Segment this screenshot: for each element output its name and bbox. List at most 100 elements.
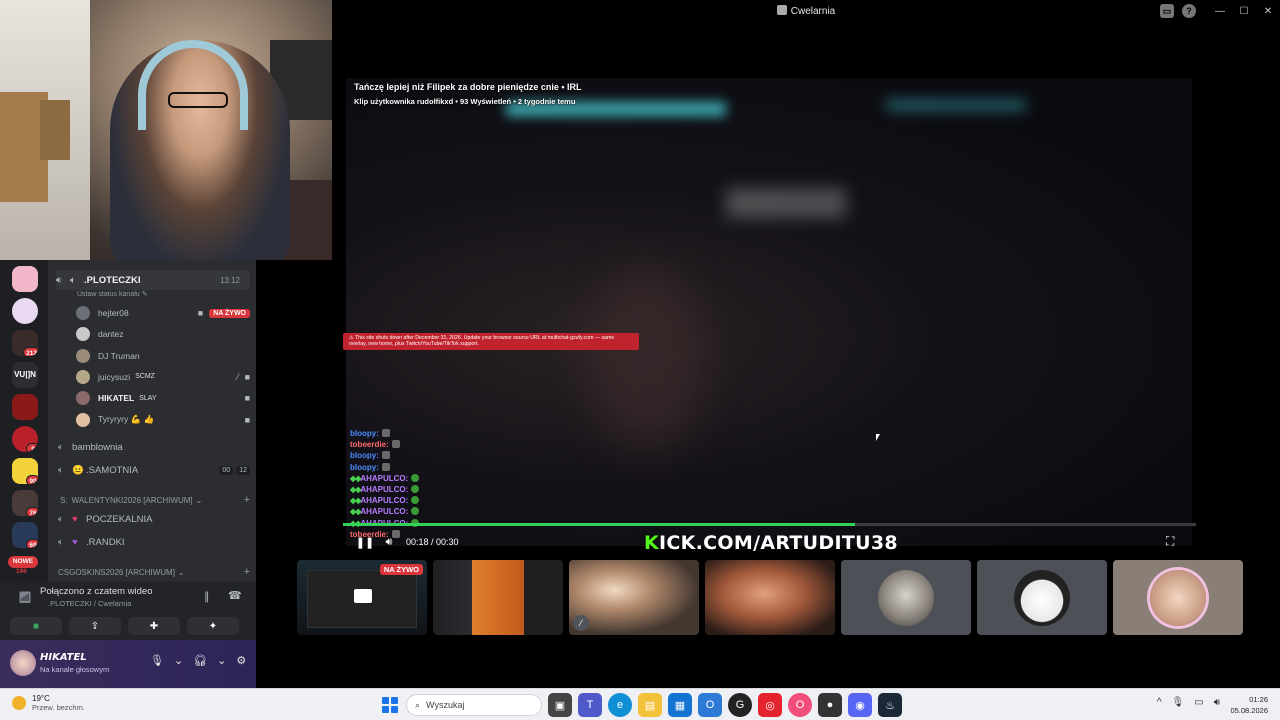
voice-status-title[interactable]: Połączono z czatem wideo (40, 586, 152, 597)
signal-icon[interactable]: 📶︎ (18, 591, 32, 604)
window-title-text: Cwelarnia (790, 6, 836, 17)
voice-user[interactable]: HIKATEL SLAY ■ (76, 388, 250, 408)
minimize-button[interactable]: — (1208, 0, 1232, 22)
video-light (726, 188, 846, 218)
github-icon[interactable]: ● (818, 693, 842, 717)
participant-tile[interactable] (1113, 560, 1243, 635)
emote-icon (381, 429, 390, 437)
voice-channel-randki[interactable]: 🔈︎ ♥ .RANDKI (58, 532, 250, 552)
voice-channel-poczekalnia[interactable]: 🔈︎ ♥ POCZEKALNIA (58, 509, 250, 529)
chat-badges: ◆◆ (350, 507, 361, 517)
screenshare-button[interactable]: ⇪ (69, 617, 121, 635)
chevron-up-icon[interactable]: ^ (1157, 697, 1162, 708)
opera-icon[interactable]: O (788, 693, 812, 717)
clock-time: 01:26 (1249, 695, 1268, 704)
microphone-icon[interactable]: 🎙︎ (1172, 697, 1185, 708)
screenshare-preview (307, 570, 417, 628)
participant-tile-screenshare[interactable]: NA ŻYWO (297, 560, 427, 635)
channel-name: .SAMOTNIA (86, 464, 139, 476)
windows-start-icon[interactable] (380, 695, 400, 715)
edge-icon[interactable]: e (608, 693, 632, 717)
taskbar-clock[interactable]: 01:26 05.08.2026 (1230, 694, 1268, 716)
headphones-icon[interactable]: 🎧︎ (193, 654, 207, 667)
category-name: WALENTYNKI2026 [ARCHIWUM] (71, 495, 193, 505)
chevron-down-icon: ⌄ (177, 567, 185, 577)
voice-user[interactable]: DJ Truman (76, 346, 250, 366)
file-explorer-icon[interactable]: ▤ (638, 693, 662, 717)
chat-line: bloopy: (350, 428, 419, 439)
microphone-icon[interactable]: 🎙︎ (150, 654, 164, 667)
category-csgoskins[interactable]: CSGOSKINS2026 [ARCHIWUM] ⌄ + (58, 565, 250, 579)
category-walentynki[interactable]: S: WALENTYNKI2026 [ARCHIWUM] ⌄ + (60, 493, 250, 507)
weather-widget[interactable]: 19°C Przew. bezchm. (12, 694, 85, 712)
speaker-icon: 🔉︎ (56, 274, 63, 286)
server-icon[interactable]: 76 (12, 490, 38, 516)
server-icon[interactable]: 9 (12, 426, 38, 452)
voice-user[interactable]: juicysuzi SCMZ ⁄ ■ (76, 367, 250, 387)
voice-channel-samotnia[interactable]: 🔈︎ 😐 .SAMOTNIA 00 12 (58, 460, 250, 480)
steam-icon[interactable]: ♨ (878, 693, 902, 717)
volume-icon[interactable]: 🔊︎ (1214, 697, 1220, 708)
server-icon[interactable]: 212 (12, 330, 38, 356)
title-bar: Cwelarnia ▭ ? — ☐ ✕ (332, 0, 1280, 22)
video-progress-bar[interactable] (343, 523, 1196, 526)
taskbar-search[interactable]: ⌕ Wyszukaj (406, 694, 542, 716)
speaker-icon: 🔈︎ (58, 464, 64, 476)
kick-logo-letter: K (644, 532, 660, 554)
participant-tile[interactable] (433, 560, 563, 635)
outlook-icon[interactable]: O (698, 693, 722, 717)
user-status-icons: ■ (245, 415, 250, 425)
task-view-icon[interactable]: ▣ (548, 693, 572, 717)
pause-icon[interactable]: ❚❚ (356, 535, 374, 549)
camera-button[interactable]: ■ (10, 617, 62, 635)
player-controls: ❚❚ 🔊︎ 00:18 / 00:30 (356, 534, 459, 550)
stream-video[interactable] (346, 78, 1192, 546)
add-channel-icon[interactable]: + (244, 494, 250, 506)
participant-tile[interactable]: ⁄ (569, 560, 699, 635)
activities-button[interactable]: ✚ (128, 617, 180, 635)
noise-suppression-icon[interactable]: ∥ (204, 590, 210, 603)
server-icon[interactable] (12, 298, 38, 324)
voice-user[interactable]: hejter08 ■ NA ŻYWO (76, 303, 250, 323)
server-icon[interactable]: 69 (12, 522, 38, 548)
help-icon[interactable]: ? (1182, 4, 1196, 18)
server-icon[interactable] (12, 266, 38, 292)
close-button[interactable]: ✕ (1256, 0, 1280, 22)
opera-gx-icon[interactable]: ◎ (758, 693, 782, 717)
participant-tile[interactable] (841, 560, 971, 635)
server-icon[interactable]: VU|]N (12, 362, 38, 388)
chevron-down-icon[interactable]: ⌄ (174, 654, 183, 667)
stream-stage[interactable]: Tańczę lepiej niż Filipek za dobre pieni… (332, 22, 1280, 554)
participant-tile[interactable] (977, 560, 1107, 635)
soundboard-button[interactable]: ✦ (187, 617, 239, 635)
add-channel-icon[interactable]: + (244, 566, 250, 578)
kick-url-banner: KICK.COM/ARTUDITU38 (644, 532, 898, 554)
server-icon[interactable] (12, 394, 38, 420)
voice-channel-bamblownia[interactable]: 🔈︎ bamblownia (58, 437, 250, 457)
new-servers-pill[interactable]: NOWE (8, 556, 38, 568)
window-controls: — ☐ ✕ (1208, 0, 1280, 22)
volume-icon[interactable]: 🔊︎ (382, 535, 396, 549)
participant-tile[interactable] (705, 560, 835, 635)
avatar[interactable] (10, 650, 36, 676)
voice-user[interactable]: Tyryryry 💪 👍 ■ (76, 410, 250, 430)
username[interactable]: HIKATEL (40, 652, 87, 663)
inbox-icon[interactable]: ▭ (1160, 4, 1174, 18)
chrome-like-icon[interactable]: G (728, 693, 752, 717)
camera-icon: ■ (244, 393, 250, 404)
maximize-button[interactable]: ☐ (1232, 0, 1256, 22)
server-icon[interactable]: 90 (12, 458, 38, 484)
teams-icon[interactable]: T (578, 693, 602, 717)
discord-icon[interactable]: ◉ (848, 693, 872, 717)
voice-channel-path[interactable]: .PLOTECZKI / Cwelarnia (48, 599, 131, 608)
fullscreen-icon[interactable]: ⛶ (1166, 534, 1180, 548)
channel-status-hint[interactable]: Ustaw status kanału ✎ (77, 290, 147, 298)
display-icon[interactable]: ▭ (1194, 697, 1203, 708)
gear-icon[interactable]: ⚙ (236, 654, 246, 667)
voice-user[interactable]: dantez (76, 324, 250, 344)
chevron-down-icon[interactable]: ⌄ (217, 654, 226, 667)
voice-channel-ploteczki[interactable]: 🔉︎ 🔈︎ .PLOTECZKI 13:12 (56, 270, 250, 290)
channel-name: POCZEKALNIA (86, 513, 153, 525)
disconnect-icon[interactable]: ☎ (228, 589, 242, 602)
store-icon[interactable]: ▦ (668, 693, 692, 717)
